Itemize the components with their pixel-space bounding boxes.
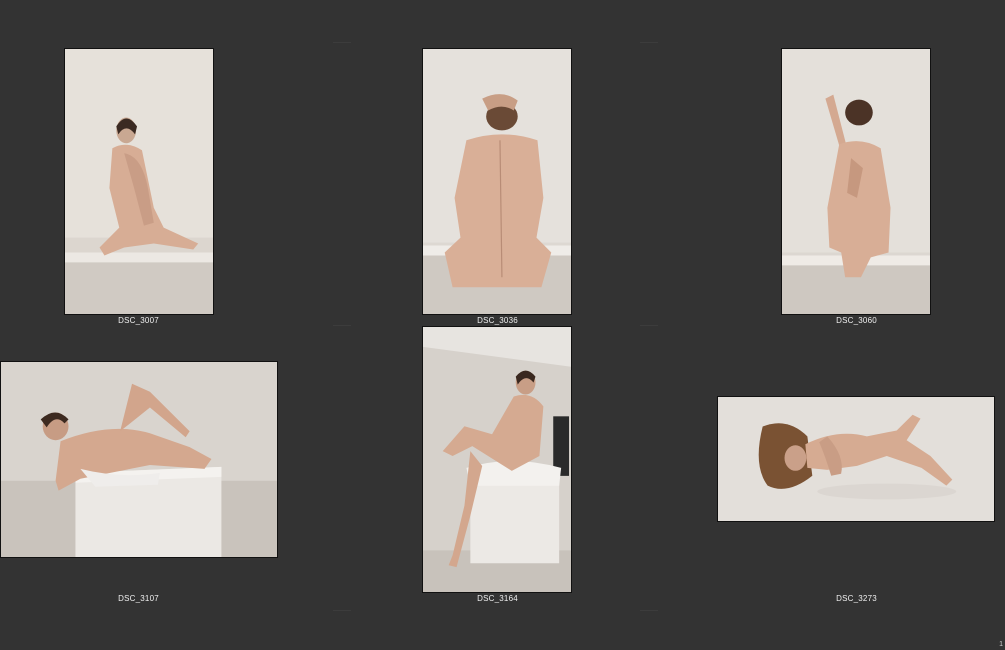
grid-marker (333, 610, 351, 611)
thumbnail-caption: DSC_3107 (118, 594, 159, 603)
photo-image (423, 49, 571, 314)
grid-marker (640, 42, 658, 43)
thumbnail-caption: DSC_3060 (836, 316, 877, 325)
photo-image (423, 327, 571, 592)
thumbnail-dsc-3036[interactable] (422, 48, 572, 315)
grid-marker (640, 610, 658, 611)
thumbnail-caption: DSC_3007 (118, 316, 159, 325)
grid-marker (333, 42, 351, 43)
photo-image (782, 49, 930, 314)
thumbnail-dsc-3273[interactable] (717, 396, 995, 522)
thumbnail-dsc-3107[interactable] (0, 361, 278, 558)
photo-image (718, 397, 994, 521)
photo-image (65, 49, 213, 314)
thumbnail-dsc-3060[interactable] (781, 48, 931, 315)
thumbnail-dsc-3007[interactable] (64, 48, 214, 315)
grid-marker (640, 325, 658, 326)
thumbnail-caption: DSC_3273 (836, 594, 877, 603)
thumbnail-dsc-3164[interactable] (422, 326, 572, 593)
photo-image (1, 362, 277, 557)
thumbnail-caption: DSC_3164 (477, 594, 518, 603)
grid-marker (333, 325, 351, 326)
thumbnail-caption: DSC_3036 (477, 316, 518, 325)
page-number: 1 (999, 641, 1003, 648)
